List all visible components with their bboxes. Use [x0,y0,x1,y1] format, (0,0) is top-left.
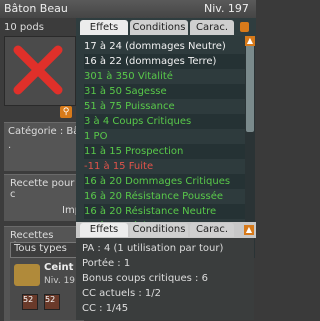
characteristic-row: CC actuels : 1/2 [82,288,161,299]
effect-row: 31 à 50 Sagesse [84,84,254,99]
resource-count: 52 [45,295,56,304]
belt-item-icon [14,264,40,286]
effect-row: 16 à 22 (dommages Terre) [84,54,254,69]
characteristics-panel: PA : 4 (1 utilisation par tour) Portée : … [76,238,254,320]
lower-scroll-up-icon[interactable]: ▲ [244,225,254,235]
characteristic-row: CC : 1/45 [82,303,129,314]
lower-tab-carac[interactable]: Carac. [190,223,234,237]
effect-row: 11 à 15 Prospection [84,144,254,159]
category-label: Catégorie : Bâ [8,126,80,137]
category-extra: . [8,140,12,151]
scrollbar-thumb[interactable] [246,42,254,132]
recipe-item-level: Niv. 19 [44,276,76,286]
resource-icon[interactable]: 52 [22,294,38,310]
item-title: Bâton Beau [4,2,68,15]
tab-effects[interactable]: Effets [80,20,128,35]
recipe-imp: Imp [62,205,82,216]
recipe-label: Recette pour c [10,178,75,200]
type-filter-select[interactable]: Tous types [10,242,82,258]
effect-row: 16 à 20 Résistance Poussée [84,191,224,202]
tab-carac[interactable]: Carac. [190,20,234,35]
effect-row: 16 à 20 Résistance Neutre [84,204,254,219]
effect-row: -11 à 15 Fuite [84,161,154,172]
effect-row: 16 à 20 Dommages Critiques [84,174,254,189]
lower-tab-effects[interactable]: Effets [80,223,128,237]
resource-icon[interactable]: 52 [44,294,60,310]
recipe-item-name: Ceint [44,262,74,273]
tab-conditions[interactable]: Conditions [130,20,188,35]
effect-row: 1 PO [84,131,108,142]
lower-tab-conditions[interactable]: Conditions [130,223,188,237]
recipe-section: Recette pour c Imp [4,174,84,221]
effect-row: 17 à 24 (dommages Neutre) [84,41,226,52]
item-level: Niv. 197 [204,2,249,15]
effect-row: 301 à 350 Vitalité [84,71,173,82]
effect-row: 3 à 4 Coups Critiques [84,114,254,129]
type-filter-value: Tous types [14,243,67,254]
magnifier-icon[interactable]: ⚲ [60,106,72,118]
characteristic-row: Bonus coups critiques : 6 [82,273,208,284]
title-bar: Bâton Beau Niv. 197 [0,0,256,18]
resource-count: 52 [23,295,34,304]
characteristic-row: PA : 4 (1 utilisation par tour) [82,243,224,254]
effect-row: 51 à 75 Puissance [84,101,175,112]
tab-scroll-button[interactable] [240,22,249,32]
category-section: Catégorie : Bâ . [4,122,84,171]
pods-label: 10 pods [4,22,44,33]
scroll-up-icon[interactable]: ▲ [245,36,255,46]
characteristic-row: Portée : 1 [82,258,131,269]
no-image-x-icon [13,45,63,95]
